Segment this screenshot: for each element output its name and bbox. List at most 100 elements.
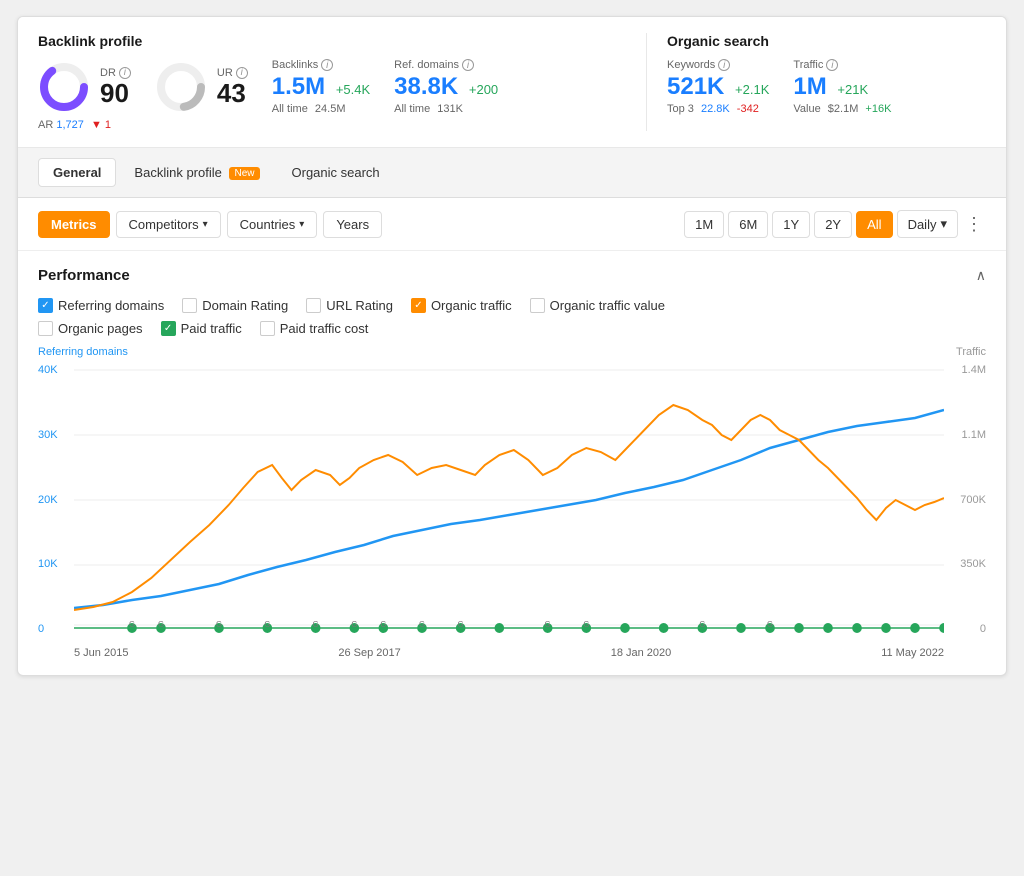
dr-title: DR i [100, 67, 131, 79]
organic-metrics-row: Keywords i 521K +2.1K Top 3 22.8K -342 [667, 59, 986, 115]
traffic-metric: Traffic i 1M +21K Value $2.1M +16K [793, 59, 891, 115]
filter-metrics[interactable]: Metrics [38, 211, 110, 238]
y-label-right-1: 1.4M [962, 364, 986, 376]
backlinks-metric: Backlinks i 1.5M +5.4K All time 24.5M [272, 59, 370, 115]
chart-svg-container: G G G G G G G G G G G G G [74, 360, 944, 659]
x-label-2015: 5 Jun 2015 [74, 647, 128, 659]
time-1m[interactable]: 1M [684, 211, 724, 238]
keywords-top3: Top 3 22.8K -342 [667, 103, 769, 115]
tabs-row: General Backlink profile New Organic sea… [18, 148, 1006, 198]
filter-countries[interactable]: Countries ▾ [227, 211, 318, 238]
svg-text:G: G [458, 620, 464, 629]
dr-value: 90 [100, 79, 131, 108]
cb-organic-pages-box [38, 321, 53, 336]
y-label-30k: 30K [38, 429, 74, 441]
keywords-info-icon[interactable]: i [718, 59, 730, 71]
tab-organic-search[interactable]: Organic search [278, 159, 394, 186]
svg-text:G: G [158, 620, 164, 629]
cb-paid-traffic-cost-box [260, 321, 275, 336]
time-6m[interactable]: 6M [728, 211, 768, 238]
chart-left-axis-label: Referring domains [38, 346, 128, 358]
ur-donut-svg [155, 61, 207, 113]
x-label-2020: 18 Jan 2020 [611, 647, 672, 659]
collapse-icon[interactable]: ∧ [976, 267, 986, 284]
ur-info-icon[interactable]: i [236, 67, 248, 79]
backlinks-info-icon[interactable]: i [321, 59, 333, 71]
svg-text:G: G [351, 620, 357, 629]
chart-right-axis-label: Traffic [956, 346, 986, 358]
svg-text:G: G [129, 620, 135, 629]
x-axis: 5 Jun 2015 26 Sep 2017 18 Jan 2020 11 Ma… [74, 647, 944, 659]
y-label-right-4: 350K [960, 558, 986, 570]
dr-info-icon[interactable]: i [119, 67, 131, 79]
time-all[interactable]: All [856, 211, 892, 238]
svg-text:G: G [264, 620, 270, 629]
keywords-value: 521K +2.1K [667, 73, 769, 101]
ref-domains-metric: Ref. domains i 38.8K +200 All time 131K [394, 59, 498, 115]
ref-domains-alltime: All time 131K [394, 103, 498, 115]
traffic-value: 1M +21K [793, 73, 891, 101]
y-label-40k: 40K [38, 364, 74, 376]
countries-chevron-icon: ▾ [299, 219, 304, 230]
ur-title: UR i [217, 67, 248, 79]
cb-organic-traffic[interactable]: ✓ Organic traffic [411, 298, 512, 313]
cb-paid-traffic[interactable]: ✓ Paid traffic [161, 321, 242, 336]
traffic-label: Traffic i [793, 59, 891, 71]
svg-text:G: G [216, 620, 222, 629]
dr-label: DR i 90 [100, 67, 131, 108]
tab-backlink-profile[interactable]: Backlink profile New [120, 159, 273, 186]
ref-domains-info-icon[interactable]: i [462, 59, 474, 71]
cb-referring-domains[interactable]: ✓ Referring domains [38, 298, 164, 313]
filter-competitors[interactable]: Competitors ▾ [116, 211, 221, 238]
filter-years[interactable]: Years [323, 211, 382, 238]
time-1y[interactable]: 1Y [772, 211, 810, 238]
chart-with-axes: 40K 30K 20K 10K 0 [38, 360, 986, 659]
time-2y[interactable]: 2Y [814, 211, 852, 238]
y-label-0: 0 [38, 623, 74, 635]
svg-text:G: G [380, 620, 386, 629]
cb-url-rating-box [306, 298, 321, 313]
cb-organic-traffic-box: ✓ [411, 298, 426, 313]
backlink-stats: Backlink profile DR i [38, 33, 646, 131]
ur-donut-item: UR i 43 [155, 61, 248, 113]
traffic-value-sub: Value $2.1M +16K [793, 103, 891, 115]
cb-organic-pages[interactable]: Organic pages [38, 321, 143, 336]
cb-paid-traffic-box: ✓ [161, 321, 176, 336]
cb-domain-rating[interactable]: Domain Rating [182, 298, 288, 313]
x-label-2022: 11 May 2022 [881, 647, 944, 659]
backlink-profile-title: Backlink profile [38, 33, 646, 49]
performance-section: Performance ∧ ✓ Referring domains Domain… [18, 251, 1006, 675]
organic-search-title: Organic search [667, 33, 986, 49]
y-axis-right: 1.4M 1.1M 700K 350K 0 [944, 360, 986, 659]
period-selector[interactable]: Daily ▾ [897, 210, 958, 238]
ur-label: UR i 43 [217, 67, 248, 108]
chart-svg: G G G G G G G G G G G G G [74, 360, 944, 640]
svg-text:G: G [313, 620, 319, 629]
ref-domains-value: 38.8K +200 [394, 73, 498, 101]
cb-paid-traffic-cost[interactable]: Paid traffic cost [260, 321, 369, 336]
svg-text:G: G [419, 620, 425, 629]
y-axis-left: 40K 30K 20K 10K 0 [38, 360, 74, 659]
traffic-info-icon[interactable]: i [826, 59, 838, 71]
checkbox-row-2: Organic pages ✓ Paid traffic Paid traffi… [38, 321, 986, 336]
cb-organic-traffic-value[interactable]: Organic traffic value [530, 298, 665, 313]
ar-row: AR 1,727 ▼ 1 [38, 119, 646, 131]
backlinks-alltime: All time 24.5M [272, 103, 370, 115]
svg-text:G: G [545, 620, 551, 629]
period-chevron-icon: ▾ [940, 216, 947, 232]
performance-title: Performance [38, 267, 130, 284]
tab-general[interactable]: General [38, 158, 116, 187]
more-options-icon[interactable]: ⋮ [962, 212, 986, 236]
svg-text:G: G [583, 620, 589, 629]
dr-donut-svg [38, 61, 90, 113]
backlinks-label: Backlinks i [272, 59, 370, 71]
y-label-right-2: 1.1M [962, 429, 986, 441]
ref-domains-label: Ref. domains i [394, 59, 498, 71]
cb-url-rating[interactable]: URL Rating [306, 298, 393, 313]
cb-domain-rating-box [182, 298, 197, 313]
y-label-right-0: 0 [980, 623, 986, 635]
y-label-right-3: 700K [960, 494, 986, 506]
filter-row: Metrics Competitors ▾ Countries ▾ Years … [18, 198, 1006, 251]
organic-search-stats: Organic search Keywords i 521K +2.1K Top… [646, 33, 986, 131]
performance-header: Performance ∧ [38, 267, 986, 284]
